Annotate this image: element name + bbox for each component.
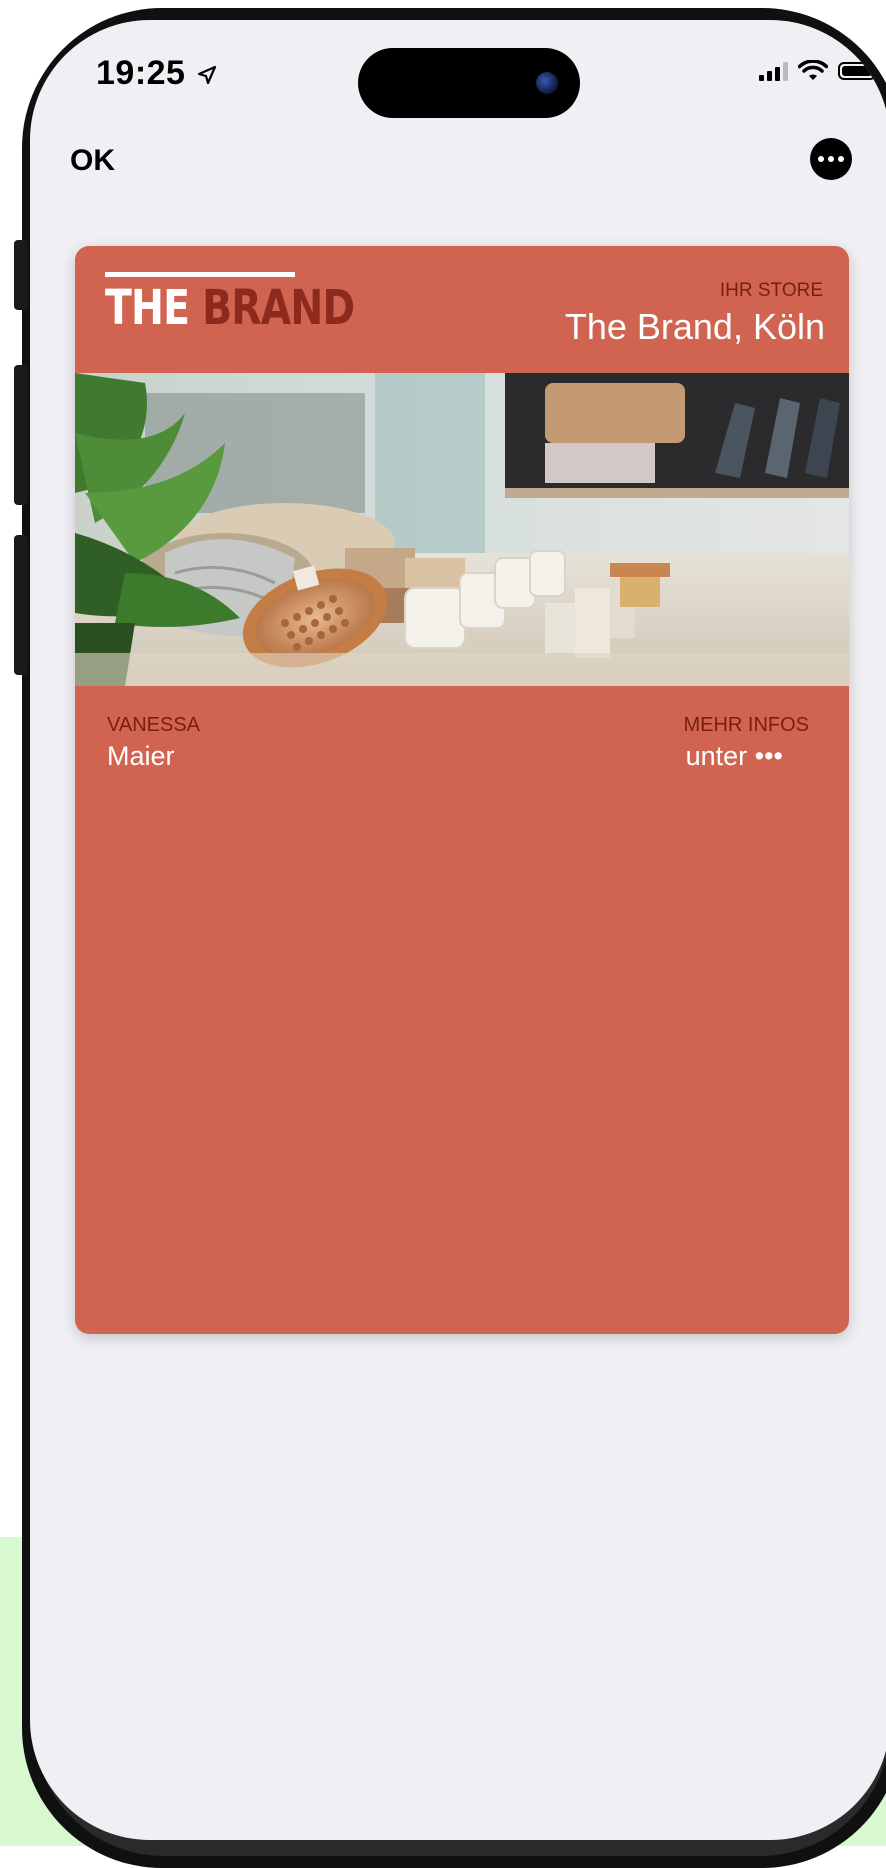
location-arrow-icon [198,65,217,85]
more-options-button[interactable] [810,138,852,180]
store-label: IHR STORE [719,280,823,301]
store-hero-image [75,373,849,686]
wallet-pass-card[interactable]: THE BRAND IHR STORE The Brand, Köln VANE… [75,246,849,1334]
status-icons [759,60,876,82]
info-label: MEHR INFOS [683,714,809,736]
ellipsis-icon-dot [838,156,844,162]
holder-label: VANESSA [107,714,200,736]
volume-up-button [14,365,28,505]
phone-screen: 19:25 OK THE BRAND IHR STORE The Brand, … [30,20,886,1840]
logo-text: THE BRAND [105,280,355,336]
logo-the: THE [105,280,190,336]
cellular-signal-icon [759,61,788,81]
action-button [14,240,28,310]
logo-brand: BRAND [202,280,355,336]
holder-value: Maier [107,741,175,771]
volume-down-button [14,535,28,675]
logo-bar [105,272,295,277]
info-value: unter ••• [685,741,783,771]
battery-icon [838,62,876,80]
store-value: The Brand, Köln [564,306,825,347]
brand-logo: THE BRAND [105,272,355,342]
wifi-icon [798,60,828,80]
status-time-text: 19:25 [96,54,186,92]
store-shelf-photo [75,373,849,686]
ellipsis-icon [818,156,824,162]
status-bar: 19:25 [30,20,886,140]
status-time: 19:25 [96,54,217,93]
dynamic-island [358,48,580,118]
ellipsis-icon-dot [828,156,834,162]
ok-button[interactable]: OK [70,144,115,178]
front-camera-icon [536,72,558,94]
